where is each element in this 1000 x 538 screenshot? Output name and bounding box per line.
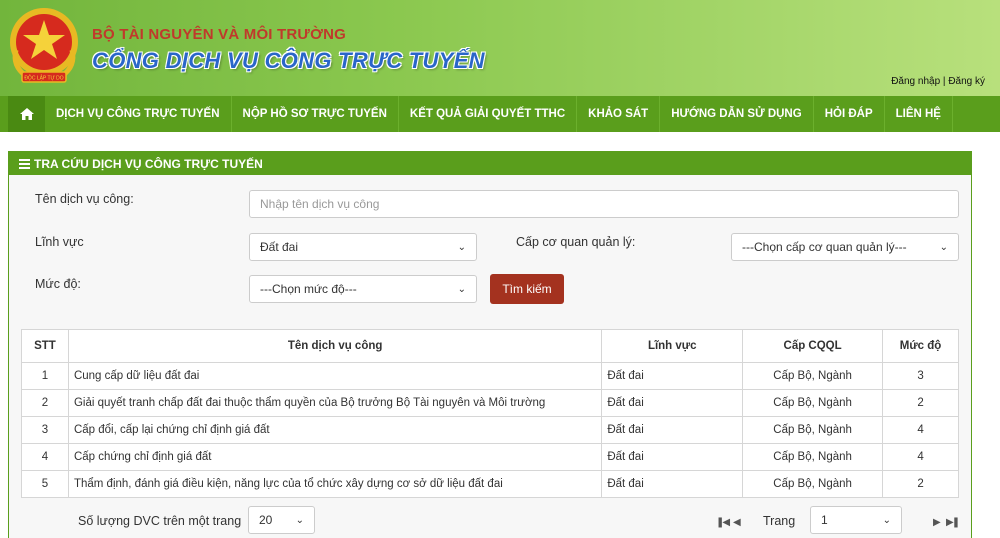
services-table: STT Tên dịch vụ công Lĩnh vực Cấp CQQL M…	[21, 329, 959, 498]
col-header-agency-level: Cấp CQQL	[742, 329, 884, 363]
nav-submit-online[interactable]: NỘP HỒ SƠ TRỰC TUYẾN	[232, 96, 399, 132]
cell-level: 4	[882, 416, 959, 444]
agency-level-value: ---Chọn cấp cơ quan quản lý---	[742, 240, 907, 254]
panel-header: TRA CỨU DỊCH VỤ CÔNG TRỰC TUYẾN	[9, 152, 971, 175]
last-page-icon[interactable]: ▶❚	[946, 517, 960, 528]
cell-stt: 4	[21, 443, 69, 471]
chevron-down-icon: ⌄	[939, 241, 948, 253]
cell-agency-level: Cấp Bộ, Ngành	[742, 443, 884, 471]
nav-results[interactable]: KẾT QUẢ GIẢI QUYẾT TTHC	[399, 96, 578, 132]
level-select[interactable]: ---Chọn mức độ--- ⌄	[249, 275, 477, 303]
nav-guide[interactable]: HƯỚNG DẪN SỬ DỤNG	[660, 96, 814, 132]
cell-agency-level: Cấp Bộ, Ngành	[742, 416, 884, 444]
cell-field: Đất đai	[601, 416, 744, 444]
cell-level: 4	[882, 443, 959, 471]
register-link[interactable]: Đăng ký	[948, 76, 985, 87]
cell-service-name[interactable]: Thẩm định, đánh giá điều kiện, năng lực …	[67, 470, 603, 498]
first-page-icon[interactable]: ❚◀	[716, 517, 730, 528]
table-row: 3 Cấp đổi, cấp lại chứng chỉ định giá đấ…	[21, 416, 959, 444]
level-select-value: ---Chọn mức độ---	[260, 282, 357, 296]
cell-field: Đất đai	[601, 362, 744, 390]
cell-service-name[interactable]: Cấp chứng chỉ định giá đất	[67, 443, 603, 471]
page-label: Trang	[763, 514, 796, 528]
field-select-value: Đất đai	[260, 240, 299, 254]
col-header-stt: STT	[21, 329, 69, 363]
cell-field: Đất đai	[601, 389, 744, 417]
service-name-input[interactable]: Nhập tên dịch vụ công	[249, 190, 959, 218]
panel-title: TRA CỨU DỊCH VỤ CÔNG TRỰC TUYẾN	[34, 156, 263, 171]
nav-home-button[interactable]	[8, 96, 45, 132]
menu-icon	[19, 158, 30, 169]
page-value: 1	[821, 513, 828, 527]
national-emblem-icon: ĐỘC LẬP TỰ DO	[10, 8, 78, 83]
nav-survey[interactable]: KHẢO SÁT	[577, 96, 661, 132]
agency-level-label: Cấp cơ quan quản lý:	[516, 235, 636, 249]
cell-stt: 3	[21, 416, 69, 444]
cell-agency-level: Cấp Bộ, Ngành	[742, 362, 884, 390]
chevron-down-icon: ⌄	[457, 241, 466, 253]
search-button[interactable]: Tìm kiếm	[490, 274, 564, 304]
ministry-name: BỘ TÀI NGUYÊN VÀ MÔI TRƯỜNG	[92, 26, 346, 43]
search-panel: TRA CỨU DỊCH VỤ CÔNG TRỰC TUYẾN Tên dịch…	[8, 151, 972, 538]
site-header: ĐỘC LẬP TỰ DO BỘ TÀI NGUYÊN VÀ MÔI TRƯỜN…	[0, 0, 1000, 96]
per-page-value: 20	[259, 513, 273, 527]
prev-page-icon[interactable]: ◀	[733, 517, 741, 528]
chevron-down-icon: ⌄	[882, 514, 891, 526]
page-select[interactable]: 1 ⌄	[810, 506, 902, 534]
cell-level: 2	[882, 389, 959, 417]
col-header-level: Mức độ	[882, 329, 959, 363]
emblem-ribbon-text: ĐỘC LẬP TỰ DO	[24, 75, 63, 82]
cell-field: Đất đai	[601, 470, 744, 498]
nav-contact[interactable]: LIÊN HỆ	[885, 96, 953, 132]
main-nav: DỊCH VỤ CÔNG TRỰC TUYẾN NỘP HỒ SƠ TRỰC T…	[0, 96, 1000, 132]
portal-title: CỔNG DỊCH VỤ CÔNG TRỰC TUYẾN	[92, 48, 485, 73]
table-row: 4 Cấp chứng chỉ định giá đất Đất đai Cấp…	[21, 443, 959, 471]
cell-service-name[interactable]: Giải quyết tranh chấp đất đai thuộc thẩm…	[67, 389, 603, 417]
cell-stt: 2	[21, 389, 69, 417]
per-page-select[interactable]: 20 ⌄	[248, 506, 315, 534]
auth-separator: |	[942, 76, 946, 87]
service-name-label: Tên dịch vụ công:	[35, 192, 134, 206]
cell-level: 2	[882, 470, 959, 498]
login-link[interactable]: Đăng nhập	[891, 76, 940, 87]
cell-stt: 5	[21, 470, 69, 498]
per-page-label: Số lượng DVC trên một trang	[78, 514, 242, 528]
auth-links: Đăng nhập | Đăng ký	[891, 76, 985, 87]
nav-faq[interactable]: HỎI ĐÁP	[814, 96, 885, 132]
col-header-service-name: Tên dịch vụ công	[67, 329, 603, 363]
cell-service-name[interactable]: Cung cấp dữ liệu đất đai	[67, 362, 603, 390]
cell-agency-level: Cấp Bộ, Ngành	[742, 389, 884, 417]
field-select[interactable]: Đất đai ⌄	[249, 233, 477, 261]
table-row: 2 Giải quyết tranh chấp đất đai thuộc th…	[21, 389, 959, 417]
level-label: Mức độ:	[35, 277, 81, 291]
agency-level-select[interactable]: ---Chọn cấp cơ quan quản lý--- ⌄	[731, 233, 959, 261]
field-label: Lĩnh vực	[35, 235, 84, 249]
chevron-down-icon: ⌄	[295, 514, 304, 526]
table-row: 1 Cung cấp dữ liệu đất đai Đất đai Cấp B…	[21, 362, 959, 390]
cell-service-name[interactable]: Cấp đổi, cấp lại chứng chỉ định giá đất	[67, 416, 603, 444]
cell-stt: 1	[21, 362, 69, 390]
next-page-icon[interactable]: ▶	[933, 517, 941, 528]
cell-level: 3	[882, 362, 959, 390]
home-icon	[19, 108, 34, 120]
table-header-row: STT Tên dịch vụ công Lĩnh vực Cấp CQQL M…	[21, 329, 959, 363]
cell-agency-level: Cấp Bộ, Ngành	[742, 470, 884, 498]
col-header-field: Lĩnh vực	[601, 329, 744, 363]
table-row: 5 Thẩm định, đánh giá điều kiện, năng lự…	[21, 470, 959, 498]
cell-field: Đất đai	[601, 443, 744, 471]
nav-online-services[interactable]: DỊCH VỤ CÔNG TRỰC TUYẾN	[45, 96, 232, 132]
chevron-down-icon: ⌄	[457, 283, 466, 295]
